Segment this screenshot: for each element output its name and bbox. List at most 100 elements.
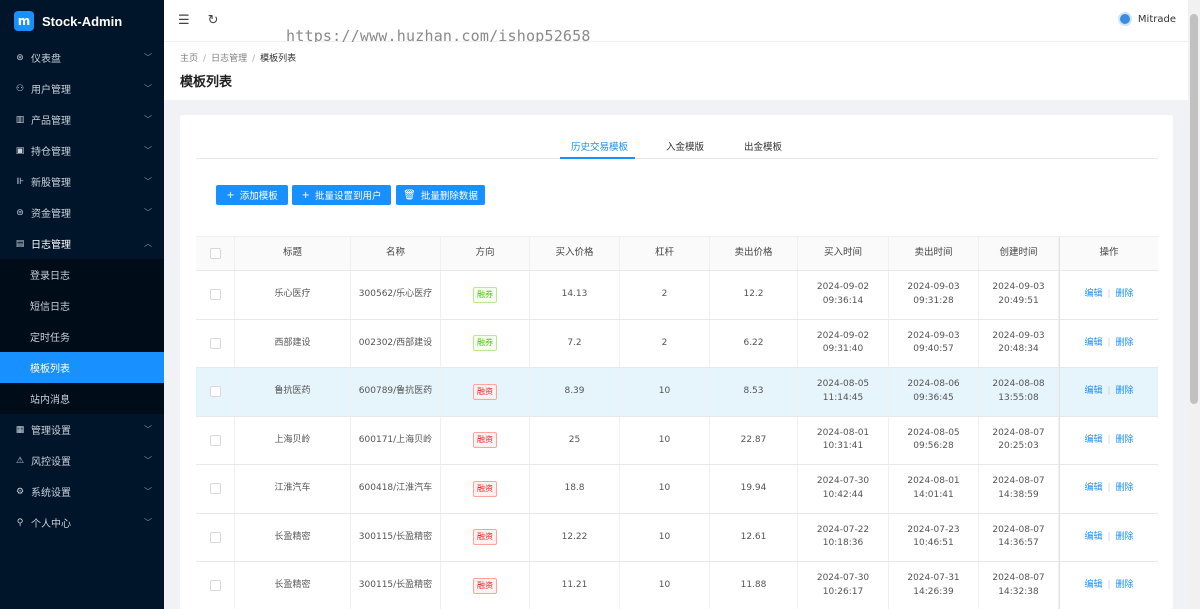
sidebar-item-label: 用户管理 — [31, 85, 71, 96]
sidebar-item-9[interactable]: ⚙ 系统设置 ﹀ — [0, 476, 164, 507]
edit-link[interactable]: 编辑 — [1084, 385, 1102, 399]
row-checkbox[interactable] — [209, 289, 221, 301]
row-checkbox[interactable] — [209, 531, 221, 543]
select-all-checkbox[interactable] — [209, 248, 221, 259]
content-card: 历史交易模板 入金模版 出金模板 + 添加模板 + 批量设置到用户 🗑 批量删除数据 … — [180, 115, 1173, 609]
sell-clock: 09:56:28 — [913, 441, 954, 452]
create-date: 2024-08-07 — [992, 476, 1045, 487]
avatar — [1117, 12, 1132, 26]
row-checkbox[interactable] — [209, 434, 221, 446]
table-row[interactable]: 鲁抗医药 600789/鲁抗医药 融资 8.39 10 8.53 2024-08-05 11:… — [196, 368, 1158, 417]
chevron-down-icon: ﹀ — [144, 425, 152, 434]
edit-link[interactable]: 编辑 — [1084, 531, 1102, 545]
chevron-down-icon: ﹀ — [144, 208, 152, 217]
cell-buy-price: 25 — [530, 416, 620, 464]
sidebar-item-1[interactable]: ⚇ 用户管理 ﹀ — [0, 73, 164, 104]
sell-date: 2024-08-06 — [907, 379, 960, 390]
breadcrumb: 主页 / 日志管理 / 模板列表 — [180, 54, 297, 64]
sidebar-item-8[interactable]: ⚠ 风控设置 ﹀ — [0, 445, 164, 476]
direction-badge: 融券 — [473, 286, 497, 303]
delete-link[interactable]: 删除 — [1116, 434, 1134, 448]
table-row[interactable]: 江淮汽车 600418/江淮汽车 融资 18.8 10 19.94 2024-07-30 10… — [196, 465, 1158, 514]
buy-clock: 09:31:40 — [822, 344, 864, 355]
delete-link[interactable]: 删除 — [1116, 337, 1134, 351]
sidebar-item-2[interactable]: ▥ 产品管理 ﹀ — [0, 104, 164, 135]
submenu-item-3[interactable]: 模板列表 — [0, 352, 164, 383]
sidebar-item-label: 管理设置 — [31, 426, 71, 437]
create-date: 2024-09-03 — [992, 282, 1045, 293]
user-menu[interactable]: Mitrade — [1117, 12, 1176, 26]
cell-leverage: 10 — [620, 513, 710, 561]
buy-date: 2024-07-30 — [816, 573, 870, 584]
breadcrumb-home[interactable]: 主页 — [180, 54, 198, 64]
edit-link[interactable]: 编辑 — [1084, 337, 1102, 351]
row-checkbox[interactable] — [209, 483, 221, 495]
refresh-icon[interactable]: ↻ — [208, 13, 219, 28]
edit-link[interactable]: 编辑 — [1084, 288, 1102, 302]
cell-buy-time: 2024-09-02 09:36:14 — [798, 271, 889, 319]
menu-collapse-icon[interactable]: ☰ — [178, 13, 190, 28]
submenu-item-2[interactable]: 定时任务 — [0, 321, 164, 352]
breadcrumb-log-management[interactable]: 日志管理 — [211, 54, 247, 64]
submenu-item-0[interactable]: 登录日志 — [0, 259, 164, 290]
edit-link[interactable]: 编辑 — [1084, 482, 1102, 496]
table-row[interactable]: 长盈精密 300115/长盈精密 融资 11.21 10 11.88 2024-07-30 1… — [196, 562, 1158, 609]
cell-buy-time: 2024-07-30 10:42:44 — [798, 465, 889, 513]
table-row[interactable]: 乐心医疗 300562/乐心医疗 融券 14.13 2 12.2 2024-09-02 09:… — [196, 271, 1158, 320]
sidebar: m Stock-Admin ⊛ 仪表盘 ﹀ ⚇ 用户管理 ﹀ ▥ 产品管理 ﹀ ▣ 持仓管理 ﹀ ⊪ 新股… — [0, 0, 164, 609]
chevron-down-icon: ﹀ — [144, 177, 152, 186]
sell-clock: 14:26:39 — [913, 586, 954, 597]
tab-history-template[interactable]: 历史交易模板 — [571, 139, 628, 153]
scrollbar-thumb[interactable] — [1190, 14, 1198, 404]
sidebar-item-6[interactable]: ▤ 日志管理 ︿ — [0, 228, 164, 259]
sidebar-item-7[interactable]: ▦ 管理设置 ﹀ — [0, 414, 164, 445]
cell-title: 长盈精密 — [235, 562, 351, 609]
batch-assign-button[interactable]: + 批量设置到用户 — [292, 185, 391, 205]
table-row[interactable]: 上海贝岭 600171/上海贝岭 融资 25 10 22.87 2024-08-01 10:3… — [196, 416, 1158, 465]
delete-link[interactable]: 删除 — [1116, 531, 1134, 545]
row-checkbox[interactable] — [209, 337, 221, 349]
delete-link[interactable]: 删除 — [1116, 579, 1134, 593]
sell-date: 2024-09-03 — [907, 282, 960, 293]
cell-create-time: 2024-09-03 20:49:51 — [979, 271, 1059, 319]
page-scrollbar[interactable] — [1188, 0, 1200, 609]
cell-buy-time: 2024-08-05 11:14:45 — [798, 368, 889, 416]
log-icon: ▤ — [15, 238, 25, 249]
sidebar-item-10[interactable]: ⚲ 个人中心 ﹀ — [0, 507, 164, 538]
direction-badge: 融资 — [473, 383, 497, 400]
tab-deposit-template[interactable]: 入金模版 — [666, 139, 704, 153]
create-date: 2024-08-07 — [992, 573, 1045, 584]
edit-link[interactable]: 编辑 — [1084, 434, 1102, 448]
add-template-button[interactable]: + 添加模板 — [216, 185, 288, 205]
page-header: 主页 / 日志管理 / 模板列表 模板列表 — [164, 42, 1188, 100]
delete-link[interactable]: 删除 — [1116, 482, 1134, 496]
sidebar-item-5[interactable]: ⊜ 资金管理 ﹀ — [0, 197, 164, 228]
table-row[interactable]: 西部建设 002302/西部建设 融券 7.2 2 6.22 2024-09-02 09:31… — [196, 319, 1158, 368]
app-logo[interactable]: m Stock-Admin — [0, 0, 164, 42]
sidebar-item-0[interactable]: ⊛ 仪表盘 ﹀ — [0, 42, 164, 73]
cell-create-time: 2024-08-08 13:55:08 — [979, 368, 1059, 416]
buy-clock: 10:18:36 — [822, 538, 864, 549]
tab-withdraw-template[interactable]: 出金模板 — [744, 139, 782, 153]
cell-sell-time: 2024-09-03 09:40:57 — [889, 319, 979, 367]
cell-sell-time: 2024-08-01 14:01:41 — [889, 465, 979, 513]
batch-delete-button[interactable]: 🗑 批量删除数据 — [396, 185, 485, 205]
sidebar-item-4[interactable]: ⊪ 新股管理 ﹀ — [0, 166, 164, 197]
cell-name: 300562/乐心医疗 — [351, 271, 441, 319]
row-checkbox[interactable] — [209, 580, 221, 592]
delete-link[interactable]: 删除 — [1116, 288, 1134, 302]
sidebar-item-3[interactable]: ▣ 持仓管理 ﹀ — [0, 135, 164, 166]
chevron-up-icon: ︿ — [144, 239, 152, 248]
edit-link[interactable]: 编辑 — [1084, 579, 1102, 593]
sidebar-item-label: 产品管理 — [31, 116, 71, 127]
template-table: 标题 名称 方向 买入价格 杠杆 卖出价格 买入时间 卖出时间 创建时间 操作 … — [196, 236, 1158, 609]
delete-link[interactable]: 删除 — [1116, 385, 1134, 399]
submenu-item-1[interactable]: 短信日志 — [0, 290, 164, 321]
cell-sell-time: 2024-08-06 09:36:45 — [889, 368, 979, 416]
submenu-item-4[interactable]: 站内消息 — [0, 383, 164, 414]
cell-title: 上海贝岭 — [235, 416, 351, 464]
sidebar-item-label: 个人中心 — [31, 519, 71, 530]
cell-leverage: 10 — [620, 416, 710, 464]
table-row[interactable]: 长盈精密 300115/长盈精密 融资 12.22 10 12.61 2024-07-22 1… — [196, 513, 1158, 562]
row-checkbox[interactable] — [209, 386, 221, 398]
